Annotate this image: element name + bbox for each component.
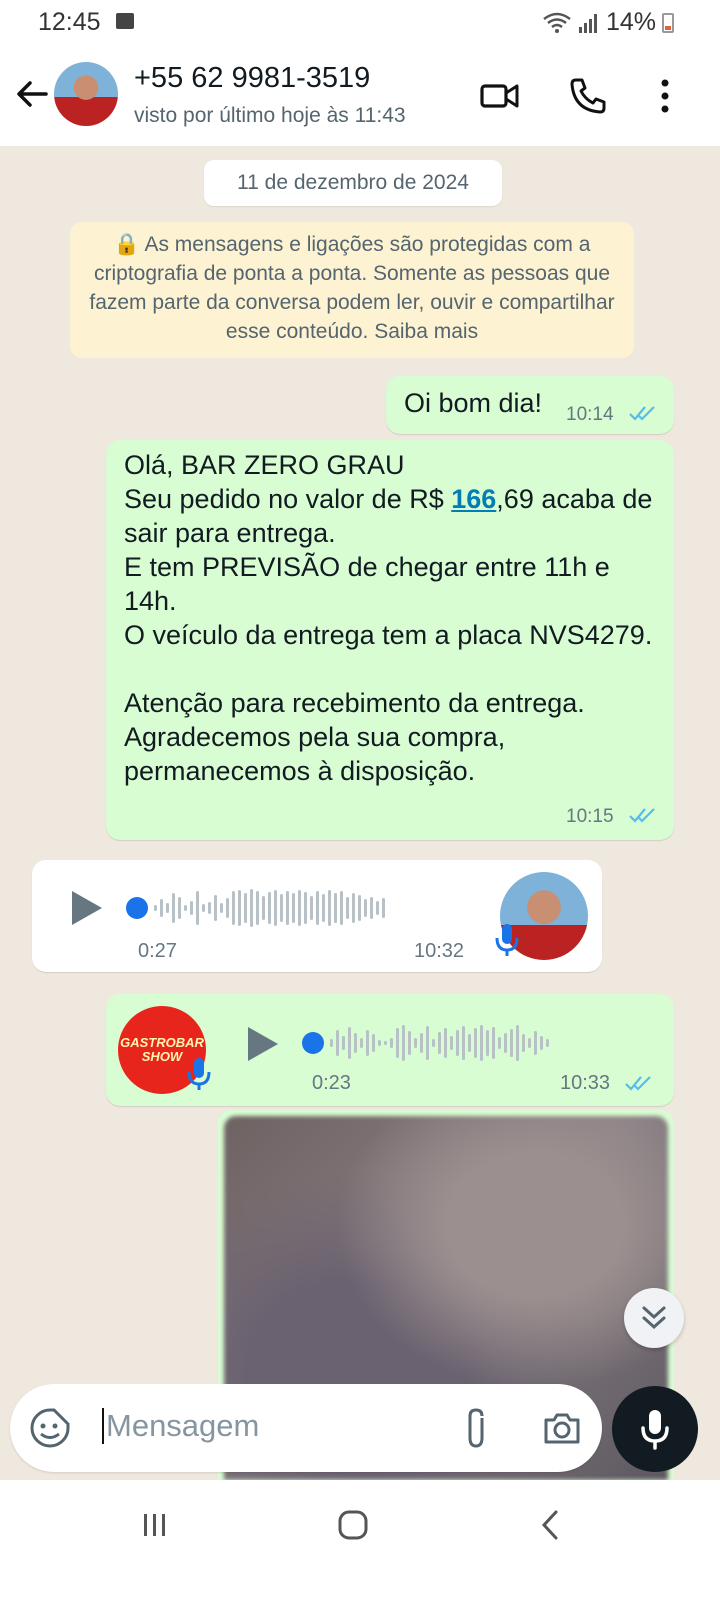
status-time: 12:45 bbox=[38, 8, 101, 36]
back-arrow-icon[interactable] bbox=[12, 74, 52, 114]
contact-avatar[interactable] bbox=[54, 62, 118, 126]
status-bar: 12:45 14% bbox=[0, 0, 720, 44]
last-seen-status[interactable]: visto por último hoje às 11:43 bbox=[134, 104, 406, 128]
gallery-notification-icon bbox=[116, 13, 134, 29]
voice-duration: 0:23 bbox=[312, 1072, 351, 1094]
play-icon[interactable] bbox=[66, 888, 106, 928]
scroll-to-bottom-button[interactable] bbox=[624, 1288, 684, 1348]
message-text: Olá, BAR ZERO GRAU Seu pedido no valor d… bbox=[124, 448, 658, 788]
chat-header: +55 62 9981-3519 visto por último hoje à… bbox=[0, 44, 720, 146]
video-call-icon[interactable] bbox=[478, 74, 522, 118]
double-chevron-down-icon bbox=[642, 1306, 666, 1330]
mic-icon bbox=[495, 924, 519, 956]
nav-back-icon[interactable] bbox=[536, 1508, 566, 1542]
more-vert-icon[interactable] bbox=[643, 74, 687, 118]
read-receipt-icon bbox=[629, 406, 655, 421]
recent-apps-icon[interactable] bbox=[140, 1510, 170, 1540]
waveform[interactable] bbox=[154, 886, 385, 930]
read-receipt-icon bbox=[625, 1076, 651, 1091]
voice-message-bubble[interactable]: 0:27 10:32 bbox=[32, 860, 602, 972]
chat-area[interactable]: 11 de dezembro de 2024 🔒 As mensagens e … bbox=[0, 146, 720, 1480]
message-time: 10:15 bbox=[566, 806, 614, 827]
home-icon[interactable] bbox=[336, 1508, 370, 1542]
sticker-icon[interactable] bbox=[28, 1406, 72, 1450]
message-body: E tem PREVISÃO de chegar entre 11h e 14h… bbox=[124, 552, 653, 786]
progress-dot[interactable] bbox=[126, 897, 148, 919]
message-bubble[interactable]: Oi bom dia! 10:14 bbox=[386, 376, 674, 434]
wifi-icon bbox=[543, 12, 571, 33]
message-line: Olá, BAR ZERO GRAU bbox=[124, 450, 405, 480]
voice-duration: 0:27 bbox=[138, 940, 177, 962]
encryption-notice[interactable]: 🔒 As mensagens e ligações são protegidas… bbox=[70, 222, 634, 358]
voice-message-bubble[interactable]: GASTROBAR SHOW 0:23 10:33 bbox=[106, 994, 674, 1106]
message-bubble[interactable]: Olá, BAR ZERO GRAU Seu pedido no valor d… bbox=[106, 440, 674, 840]
battery-icon bbox=[662, 12, 674, 33]
play-icon[interactable] bbox=[242, 1024, 282, 1064]
progress-dot[interactable] bbox=[302, 1032, 324, 1054]
message-time: 10:33 bbox=[560, 1072, 611, 1094]
message-text: Oi bom dia! bbox=[404, 388, 543, 418]
message-line: Seu pedido no valor de R$ bbox=[124, 484, 452, 514]
system-nav-bar bbox=[0, 1480, 720, 1600]
attach-icon[interactable] bbox=[458, 1406, 494, 1450]
battery-percent: 14% bbox=[605, 8, 656, 36]
mic-icon bbox=[187, 1058, 211, 1090]
status-right: 14% bbox=[542, 8, 674, 37]
message-time: 10:14 bbox=[566, 404, 614, 425]
signal-icon bbox=[578, 13, 597, 33]
contact-name[interactable]: +55 62 9981-3519 bbox=[134, 62, 370, 95]
phone-link[interactable]: 166 bbox=[451, 484, 496, 514]
message-time: 10:32 bbox=[414, 940, 465, 962]
message-input[interactable]: Mensagem bbox=[102, 1408, 259, 1444]
read-receipt-icon bbox=[629, 808, 655, 823]
mic-icon bbox=[641, 1410, 669, 1450]
date-chip: 11 de dezembro de 2024 bbox=[204, 160, 502, 206]
camera-icon[interactable] bbox=[542, 1408, 582, 1448]
voice-record-button[interactable] bbox=[612, 1386, 698, 1472]
message-composer[interactable]: Mensagem bbox=[10, 1384, 602, 1472]
waveform[interactable] bbox=[330, 1021, 549, 1065]
phone-call-icon[interactable] bbox=[566, 74, 610, 118]
